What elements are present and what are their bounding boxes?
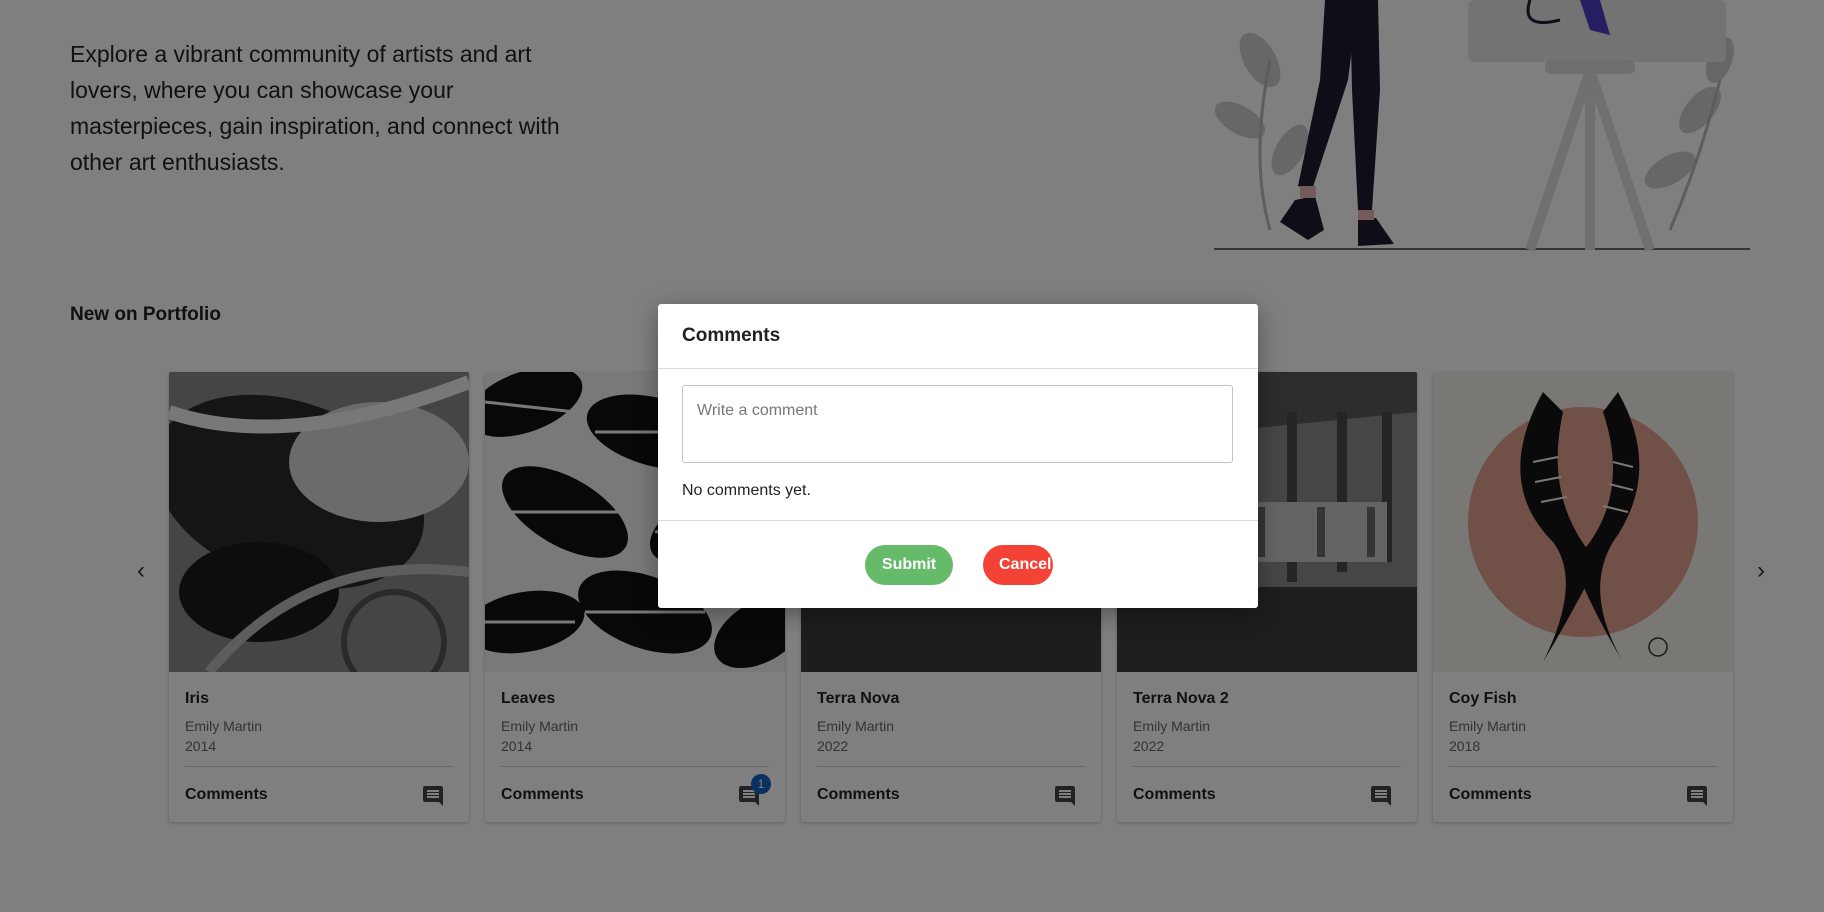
cancel-button[interactable]: Cancel [983, 545, 1053, 585]
dialog-divider [658, 520, 1258, 521]
comments-dialog: Comments No comments yet. Submit Cancel [658, 304, 1258, 608]
dialog-title: Comments [682, 325, 781, 346]
comment-input[interactable] [682, 385, 1233, 463]
submit-button[interactable]: Submit [865, 545, 953, 585]
dialog-divider [658, 368, 1258, 369]
empty-comments-text: No comments yet. [682, 482, 811, 499]
